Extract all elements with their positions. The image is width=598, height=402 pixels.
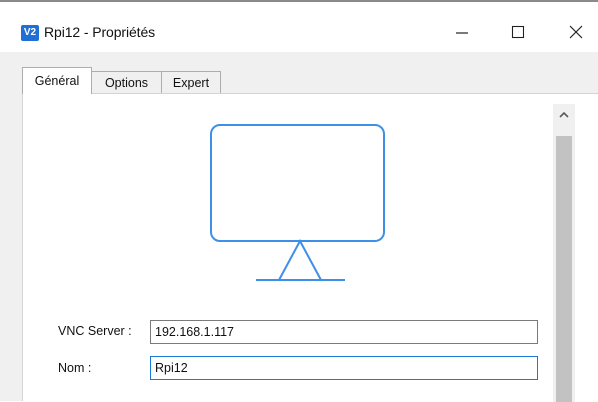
properties-window: V2 Rpi12 - Propriétés Général Options Ex… xyxy=(0,0,598,402)
vnc-server-input[interactable] xyxy=(150,320,538,344)
window-title: Rpi12 - Propriétés xyxy=(44,24,156,40)
nom-input[interactable] xyxy=(150,356,538,380)
close-button[interactable] xyxy=(556,12,596,52)
minimize-button[interactable] xyxy=(442,12,482,52)
scrollbar-thumb[interactable] xyxy=(556,136,572,402)
tab-options[interactable]: Options xyxy=(91,71,162,93)
maximize-button[interactable] xyxy=(498,12,538,52)
nom-label: Nom : xyxy=(58,361,92,375)
vertical-scrollbar[interactable] xyxy=(553,104,575,402)
tab-expert[interactable]: Expert xyxy=(161,71,221,93)
monitor-icon xyxy=(210,124,385,281)
close-icon xyxy=(569,25,583,39)
vnc-app-icon: V2 xyxy=(21,25,39,41)
vnc-server-label: VNC Server : xyxy=(58,324,132,338)
tab-general[interactable]: Général xyxy=(22,67,92,94)
minimize-icon xyxy=(456,32,468,34)
maximize-icon xyxy=(511,25,525,39)
dialog-body: Général Options Expert VNC Server : No xyxy=(0,52,598,402)
scroll-up-button[interactable] xyxy=(553,104,575,126)
title-bar[interactable]: V2 Rpi12 - Propriétés xyxy=(0,2,598,52)
general-tab-panel: VNC Server : Nom : xyxy=(22,93,598,402)
chevron-up-icon xyxy=(559,111,569,118)
